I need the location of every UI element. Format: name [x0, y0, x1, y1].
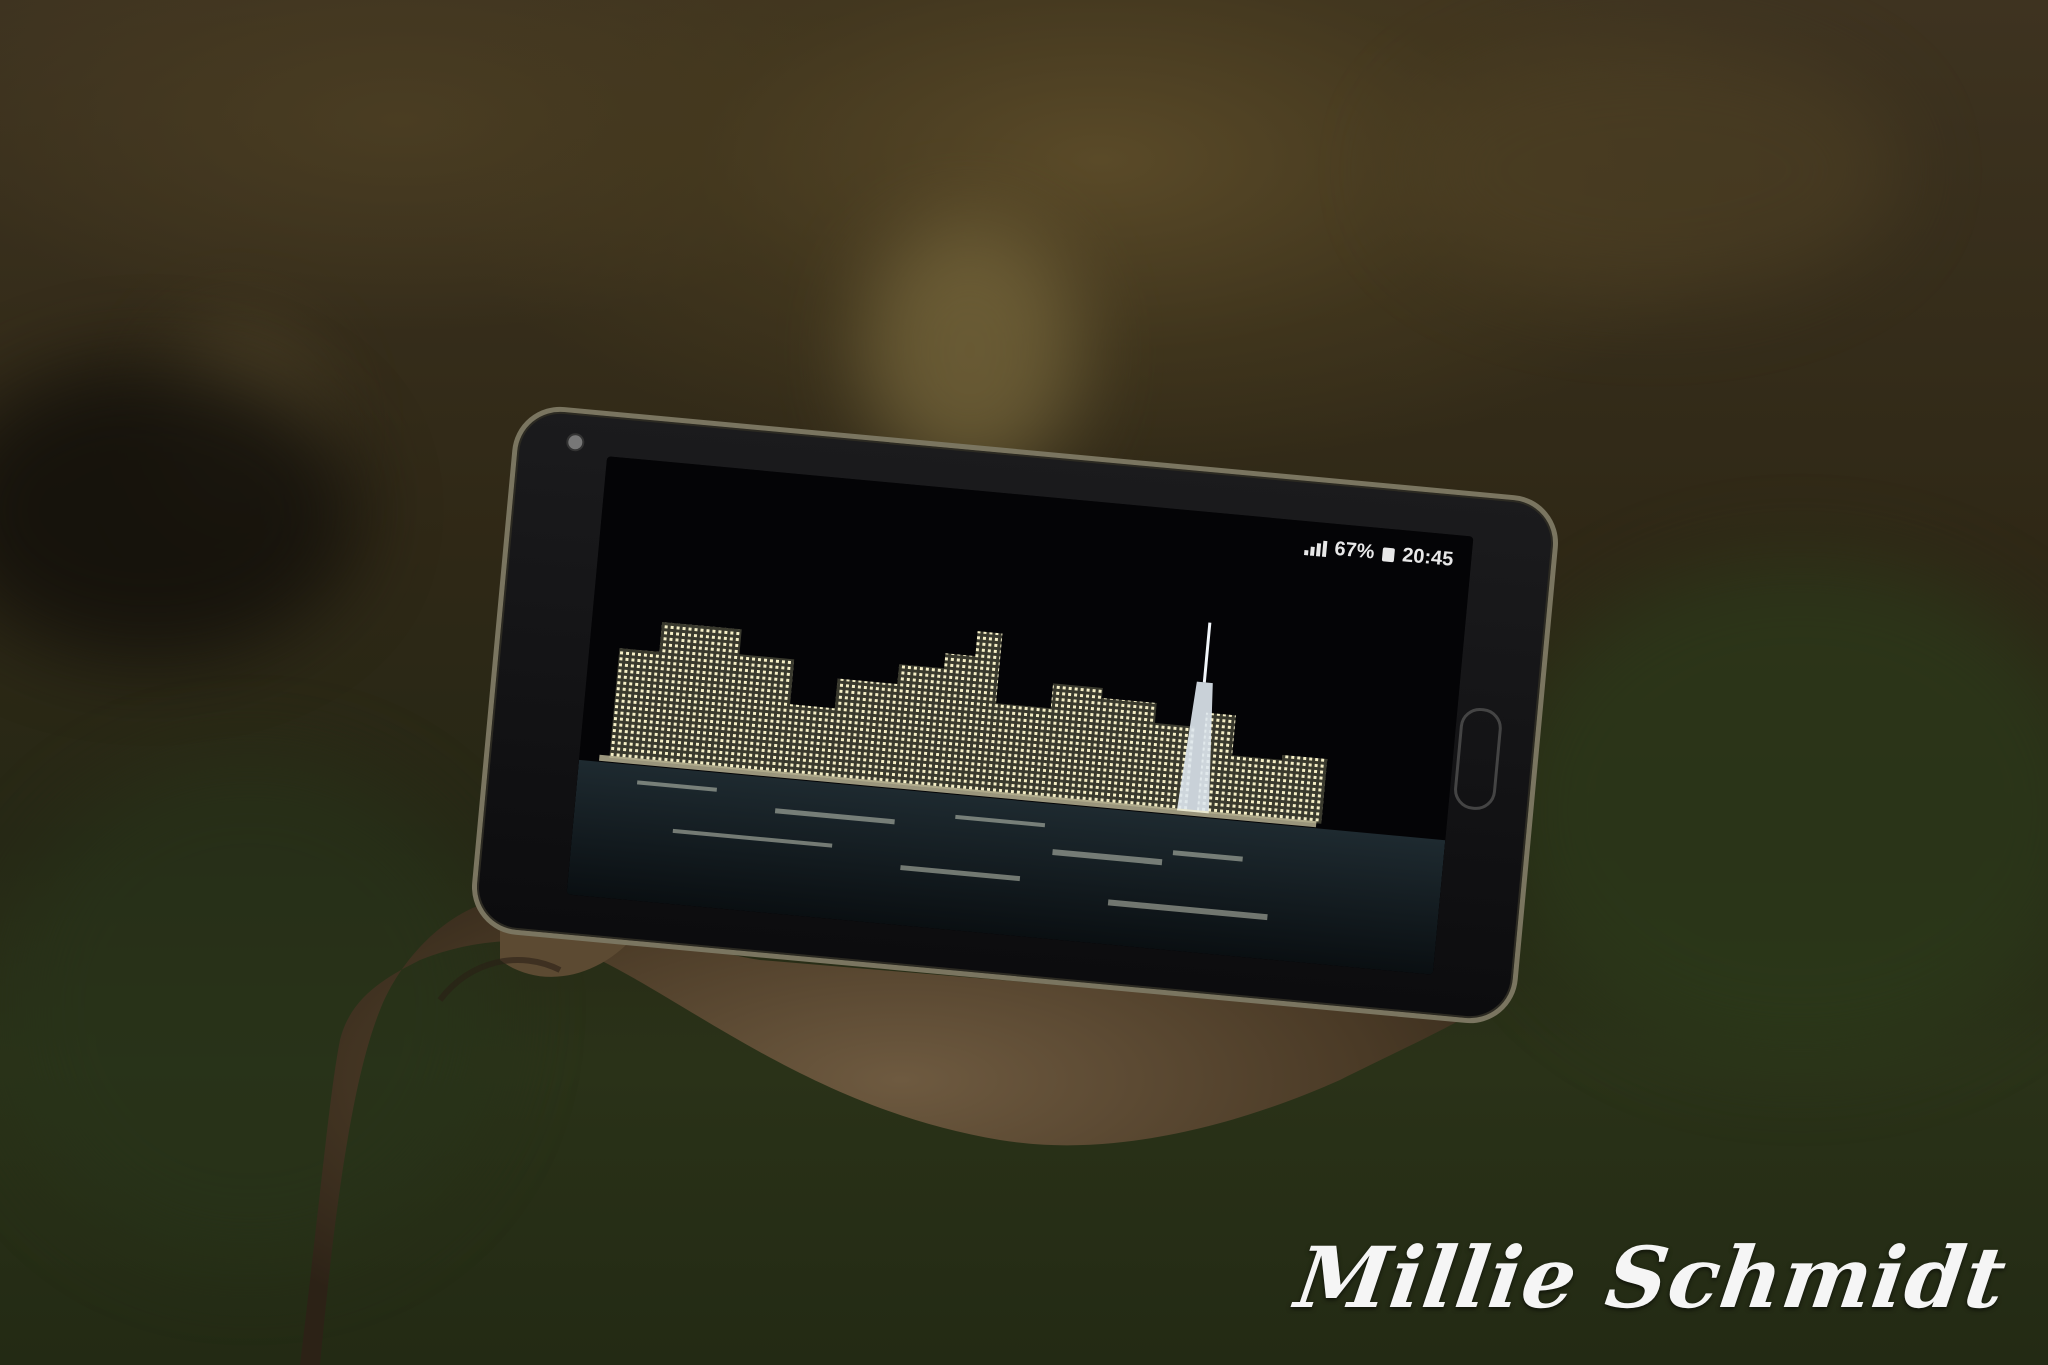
phone-wrap: 67% 20:45 — [467, 402, 1570, 1050]
battery-icon — [1381, 546, 1395, 562]
home-button[interactable] — [1452, 706, 1504, 812]
signal-icon — [1303, 539, 1328, 557]
front-camera-icon — [565, 432, 586, 453]
photographer-watermark: Millie Schmidt — [1290, 1228, 2013, 1327]
city-skyline-image — [566, 456, 1474, 975]
smartphone: 67% 20:45 — [467, 402, 1563, 1028]
photo-scene: 67% 20:45 Millie Schmidt — [0, 0, 2048, 1365]
battery-percent: 67% — [1333, 537, 1376, 564]
status-time: 20:45 — [1401, 544, 1455, 571]
phone-screen[interactable]: 67% 20:45 — [566, 456, 1474, 975]
